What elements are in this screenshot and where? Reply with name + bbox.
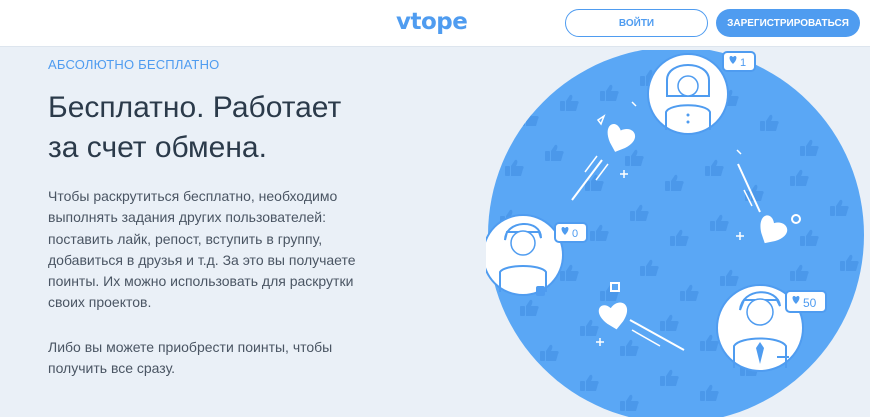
title-line-2: за счет обмена. bbox=[48, 131, 267, 164]
purchase-line: Либо вы можете приобрести поинты, чтобы bbox=[48, 339, 333, 355]
user-avatar-left bbox=[486, 214, 564, 296]
vtope-logo[interactable]: vtope bbox=[396, 9, 468, 35]
purchase-line: получить все сразу. bbox=[48, 360, 176, 377]
like-count-right: 50 bbox=[803, 296, 817, 310]
like-badge-right: 50 bbox=[785, 290, 827, 313]
title-line-1: Бесплатно. Работает bbox=[48, 91, 342, 124]
like-count-top: 1 bbox=[740, 57, 746, 69]
description-line: выполнять задания других пользователей: bbox=[48, 209, 327, 226]
top-header: vtope ВОЙТИ ЗАРЕГИСТРИРОВАТЬСЯ bbox=[0, 0, 870, 47]
description-line: поинты. Их можно использовать для раскру… bbox=[48, 273, 354, 290]
description-paragraph: Чтобы раскрутиться бесплатно, необходимо… bbox=[48, 186, 388, 314]
description-line: Чтобы раскрутиться бесплатно, необходимо bbox=[48, 188, 338, 204]
purchase-paragraph: Либо вы можете приобрести поинты, чтобы … bbox=[48, 337, 388, 380]
user-avatar-top bbox=[647, 53, 729, 135]
description-line: своих проектов. bbox=[48, 294, 152, 311]
like-badge-left: 0 bbox=[554, 222, 588, 243]
register-button[interactable]: ЗАРЕГИСТРИРОВАТЬСЯ bbox=[716, 9, 860, 37]
section-title: Бесплатно. Работает за счет обмена. bbox=[48, 88, 428, 168]
like-count-left: 0 bbox=[572, 228, 578, 240]
like-badge-top: 1 bbox=[722, 51, 756, 72]
login-button[interactable]: ВОЙТИ bbox=[565, 9, 708, 37]
description-line: добавиться в друзья и т.д. За это вы пол… bbox=[48, 251, 356, 268]
exchange-illustration: 1 0 50 bbox=[486, 50, 864, 417]
description-line: поставить лайк, репост, вступить в групп… bbox=[48, 230, 323, 247]
section-kicker: АБСОЛЮТНО БЕСПЛАТНО bbox=[48, 57, 220, 72]
